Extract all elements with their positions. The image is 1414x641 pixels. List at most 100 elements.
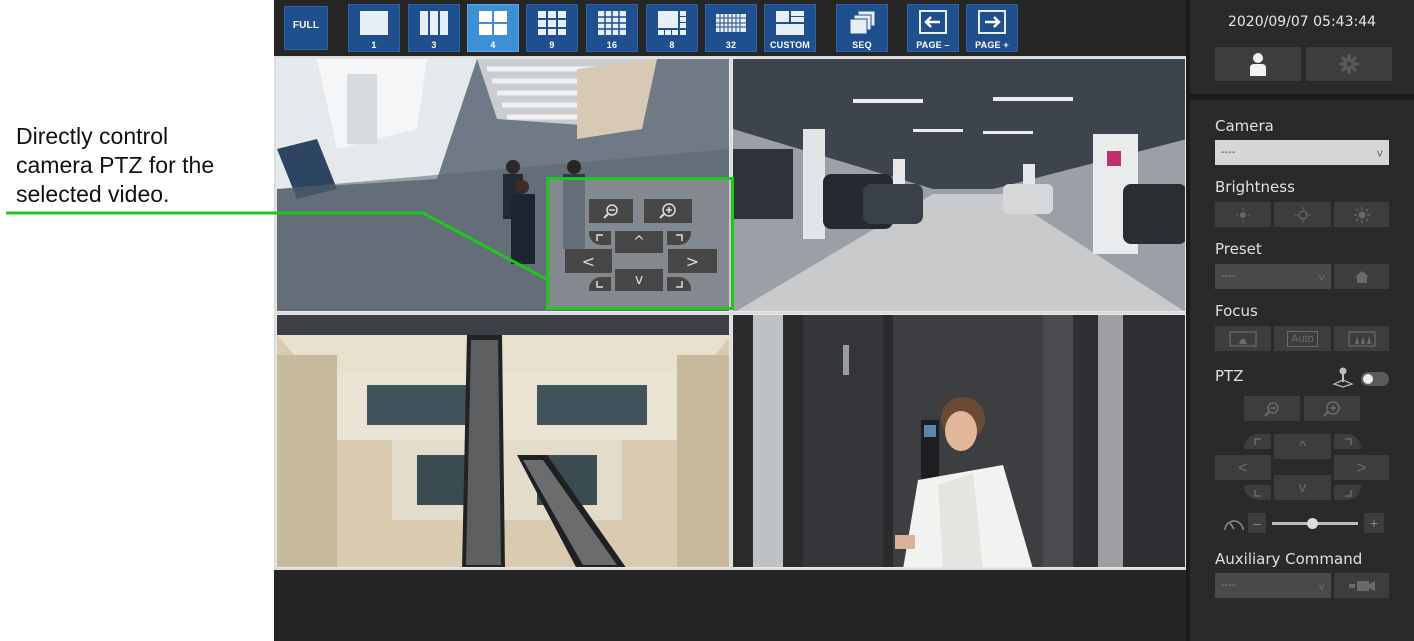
- chevron-down-icon: v: [1376, 146, 1383, 159]
- aux-command-label: Auxiliary Command: [1215, 550, 1363, 568]
- parking-scene-image: [733, 59, 1185, 311]
- overlay-up-left-button[interactable]: [589, 231, 611, 245]
- arrow-down-left-icon: [1253, 489, 1261, 497]
- overlay-up-button[interactable]: ^: [615, 231, 663, 253]
- ptz-overlay-toggle[interactable]: [1361, 372, 1389, 386]
- overlay-right-button[interactable]: >: [668, 249, 717, 273]
- sidebar-divider: [1190, 94, 1414, 100]
- ptz-down-button[interactable]: v: [1274, 475, 1331, 500]
- full-screen-label: FULL: [292, 20, 320, 31]
- layout-8-label: 8: [669, 40, 675, 50]
- focus-far-button[interactable]: [1334, 326, 1389, 351]
- video-tile-parking[interactable]: [732, 58, 1186, 312]
- focus-near-button[interactable]: [1215, 326, 1271, 351]
- annotation-line-1: Directly control: [16, 123, 169, 149]
- layout-3-icon: [420, 11, 448, 35]
- speed-decrease-button[interactable]: –: [1248, 513, 1266, 533]
- doorway-scene-image: [733, 315, 1185, 567]
- ptz-down-left-button[interactable]: [1244, 485, 1271, 500]
- settings-button[interactable]: [1306, 47, 1392, 81]
- layout-4-icon: [479, 11, 507, 35]
- arrow-up-left-icon: [1253, 437, 1261, 445]
- layout-8-icon: [658, 11, 686, 35]
- brightness-increase-button[interactable]: [1334, 202, 1389, 227]
- sun-small-icon: [1236, 207, 1250, 222]
- chevron-down-icon: v: [1318, 579, 1325, 592]
- annotation-text: Directly control camera PTZ for the sele…: [16, 122, 256, 209]
- sequence-label: SEQ: [852, 40, 872, 50]
- layout-1-icon: [360, 11, 388, 35]
- focus-auto-button[interactable]: Auto: [1274, 326, 1331, 351]
- video-tile-doorway[interactable]: [732, 314, 1186, 568]
- annotation-line-2: camera PTZ for the: [16, 152, 215, 178]
- layout-32-label: 32: [725, 40, 737, 50]
- ptz-up-button[interactable]: ^: [1274, 434, 1331, 459]
- page-next-button[interactable]: PAGE +: [966, 4, 1018, 52]
- sun-large-icon: [1353, 206, 1370, 223]
- layout-16-label: 16: [606, 40, 618, 50]
- arrow-right-icon: [978, 10, 1006, 34]
- layout-custom-label: CUSTOM: [769, 40, 811, 50]
- control-sidebar: 2020/09/07 05:43:44 Camera ---- v Bright…: [1186, 0, 1414, 641]
- ptz-zoom-out-button[interactable]: [1244, 396, 1300, 421]
- ptz-up-left-button[interactable]: [1244, 434, 1271, 449]
- ptz-down-right-button[interactable]: [1334, 485, 1361, 500]
- ptz-overlay: ^ < > v: [546, 177, 734, 310]
- ptz-zoom-in-button[interactable]: [1304, 396, 1360, 421]
- aux-command-select[interactable]: ---- v: [1215, 573, 1331, 598]
- full-screen-button[interactable]: FULL: [284, 6, 328, 50]
- layout-4-label: 4: [490, 40, 496, 50]
- speed-increase-button[interactable]: +: [1364, 513, 1384, 533]
- camera-select[interactable]: ---- v: [1215, 140, 1389, 165]
- overlay-down-button[interactable]: v: [615, 269, 663, 291]
- ptz-left-button[interactable]: <: [1215, 455, 1271, 480]
- overlay-zoom-out-button[interactable]: [589, 199, 633, 223]
- layout-toolbar: FULL 1 3 4 9 16 8 32 CUSTOM SEQ PAGE – P…: [274, 0, 1186, 56]
- preset-home-button[interactable]: [1334, 264, 1389, 289]
- focus-auto-label: Auto: [1287, 330, 1318, 347]
- arrow-up-right-icon: [1344, 437, 1352, 445]
- sequence-button[interactable]: SEQ: [836, 4, 888, 52]
- layout-9-button[interactable]: 9: [526, 4, 578, 52]
- video-grid: ^ < > v: [274, 56, 1186, 570]
- page-prev-button[interactable]: PAGE –: [907, 4, 959, 52]
- chevron-down-icon: v: [1318, 270, 1325, 283]
- layout-32-icon: [716, 14, 746, 32]
- speed-slider-knob[interactable]: [1307, 518, 1318, 529]
- layout-custom-button[interactable]: CUSTOM: [764, 4, 816, 52]
- zoom-in-icon: [1323, 400, 1340, 417]
- brightness-reset-button[interactable]: [1274, 202, 1331, 227]
- camera-select-value: ----: [1221, 147, 1236, 158]
- overlay-down-right-button[interactable]: [667, 277, 691, 291]
- zoom-out-icon: [603, 204, 618, 219]
- layout-3-button[interactable]: 3: [408, 4, 460, 52]
- layout-9-label: 9: [549, 40, 555, 50]
- layout-16-button[interactable]: 16: [586, 4, 638, 52]
- overlay-down-left-button[interactable]: [589, 277, 611, 291]
- layout-1-button[interactable]: 1: [348, 4, 400, 52]
- layout-8-button[interactable]: 8: [646, 4, 698, 52]
- speedometer-icon: [1224, 520, 1244, 531]
- layout-custom-icon: [776, 11, 804, 35]
- overlay-zoom-in-button[interactable]: [644, 199, 692, 223]
- focus-far-icon: [1347, 330, 1376, 347]
- layout-32-button[interactable]: 32: [705, 4, 757, 52]
- layout-4-button[interactable]: 4: [467, 4, 519, 52]
- arrow-left-icon: [919, 10, 947, 34]
- brightness-decrease-button[interactable]: [1215, 202, 1271, 227]
- ptz-label: PTZ: [1215, 367, 1244, 385]
- aux-command-send-button[interactable]: [1334, 573, 1389, 598]
- sun-medium-icon: [1294, 206, 1311, 223]
- video-tile-escalator[interactable]: [276, 314, 730, 568]
- joystick-icon: [1332, 367, 1354, 388]
- arrow-up-left-icon: [596, 234, 603, 241]
- overlay-up-right-button[interactable]: [667, 231, 691, 245]
- vms-app: FULL 1 3 4 9 16 8 32 CUSTOM SEQ PAGE – P…: [274, 0, 1414, 641]
- preset-select-value: ----: [1221, 271, 1236, 282]
- ptz-up-right-button[interactable]: [1334, 434, 1361, 449]
- user-button[interactable]: [1215, 47, 1301, 81]
- ptz-right-button[interactable]: >: [1334, 455, 1389, 480]
- overlay-left-button[interactable]: <: [565, 249, 612, 273]
- arrow-down-right-icon: [1344, 489, 1352, 497]
- preset-select[interactable]: ---- v: [1215, 264, 1331, 289]
